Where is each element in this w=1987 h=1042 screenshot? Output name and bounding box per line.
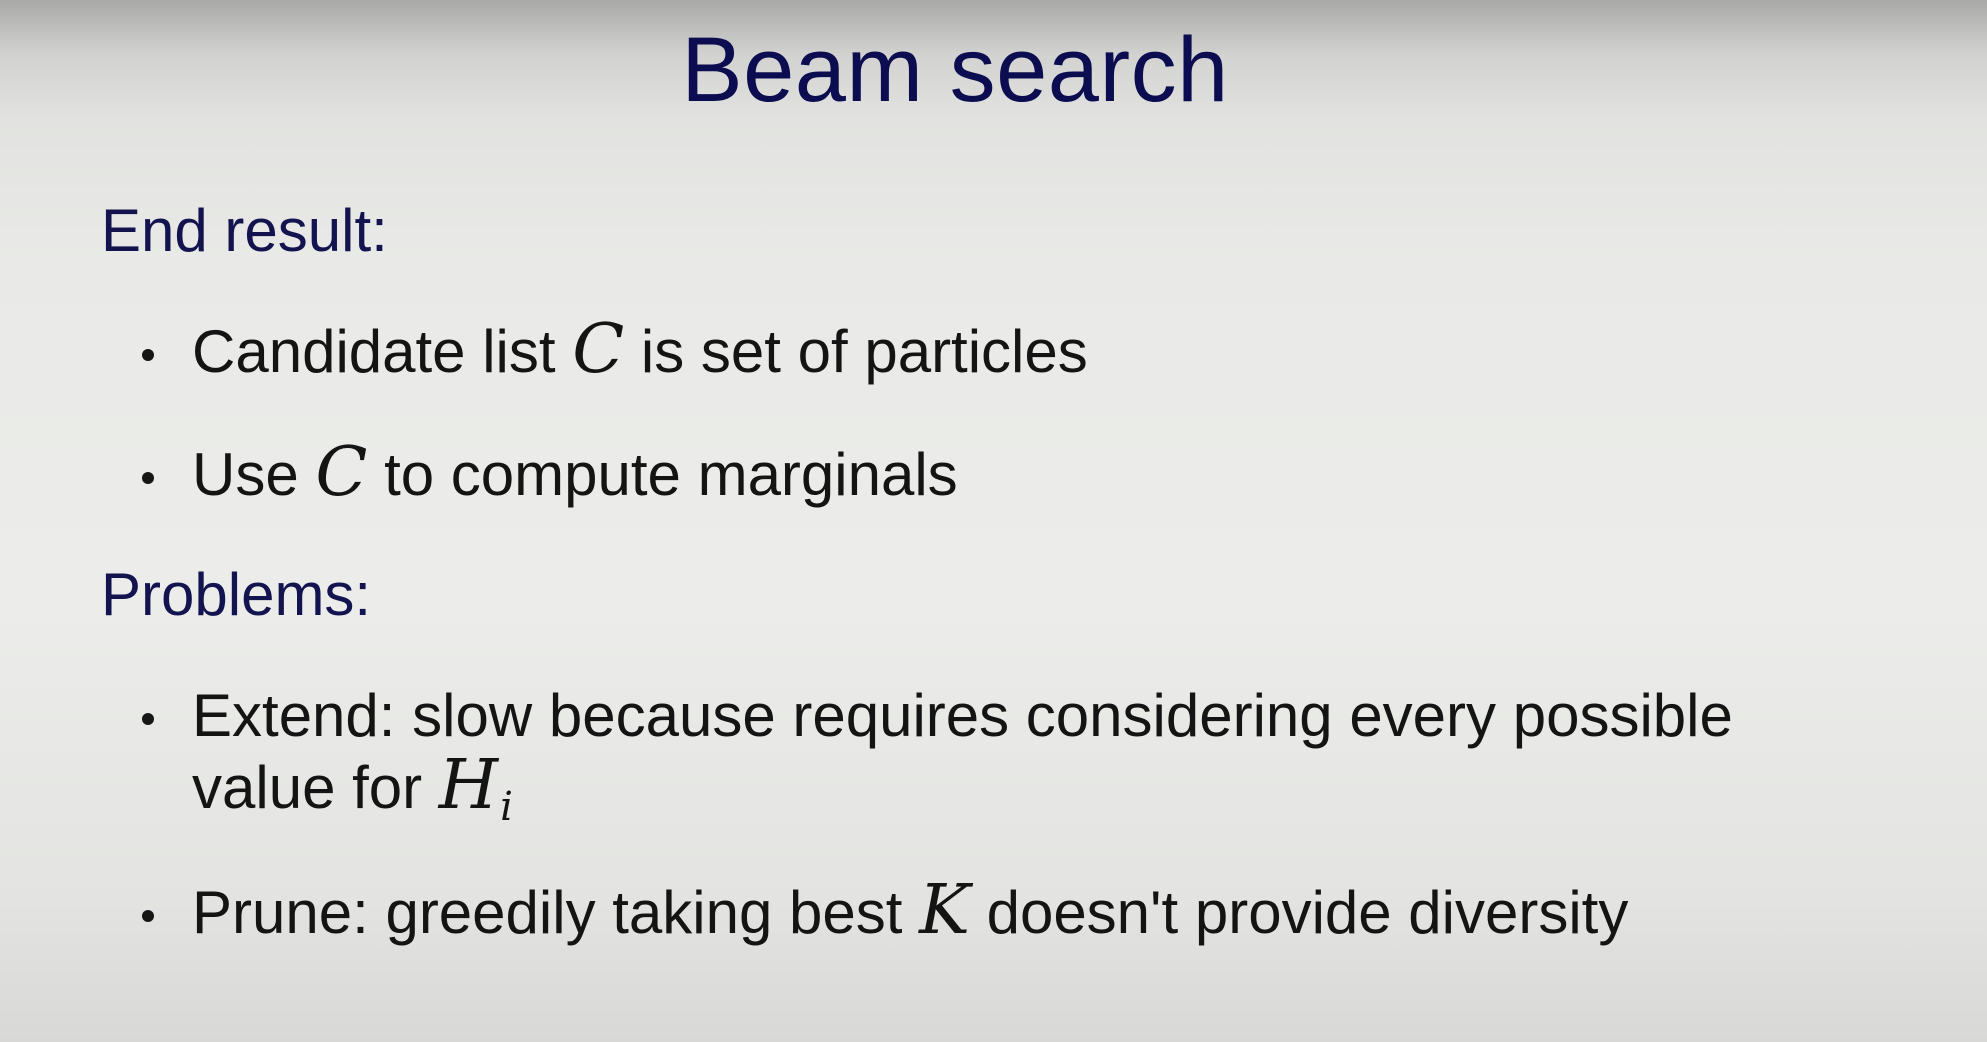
bullet-point <box>135 345 161 365</box>
bullet-point <box>135 906 161 926</box>
bullet-dot <box>142 349 154 361</box>
math-variable: C <box>572 310 625 389</box>
math-variable: C <box>315 433 368 512</box>
bullet-dot <box>142 472 154 484</box>
slide: Beam search End result: Candidate list C… <box>0 0 1987 1042</box>
bullet-point <box>135 709 161 729</box>
section-heading-end-result: End result: <box>101 197 388 264</box>
section-heading-problems: Problems: <box>101 561 372 628</box>
math-variable: Hi <box>438 746 513 830</box>
bullet-dot <box>142 713 154 725</box>
math-variable: K <box>919 871 970 950</box>
slide-title: Beam search <box>681 19 1229 121</box>
list-item-prune: Prune: greedily taking best K doesn't pr… <box>192 871 1629 950</box>
bullet-point <box>135 468 161 488</box>
bullet-dot <box>142 910 154 922</box>
list-item-extend: Extend: slow because requires considerin… <box>192 682 1733 830</box>
list-item-use-c: Use C to compute marginals <box>192 433 958 512</box>
list-item-candidate-list: Candidate list C is set of particles <box>192 310 1088 389</box>
